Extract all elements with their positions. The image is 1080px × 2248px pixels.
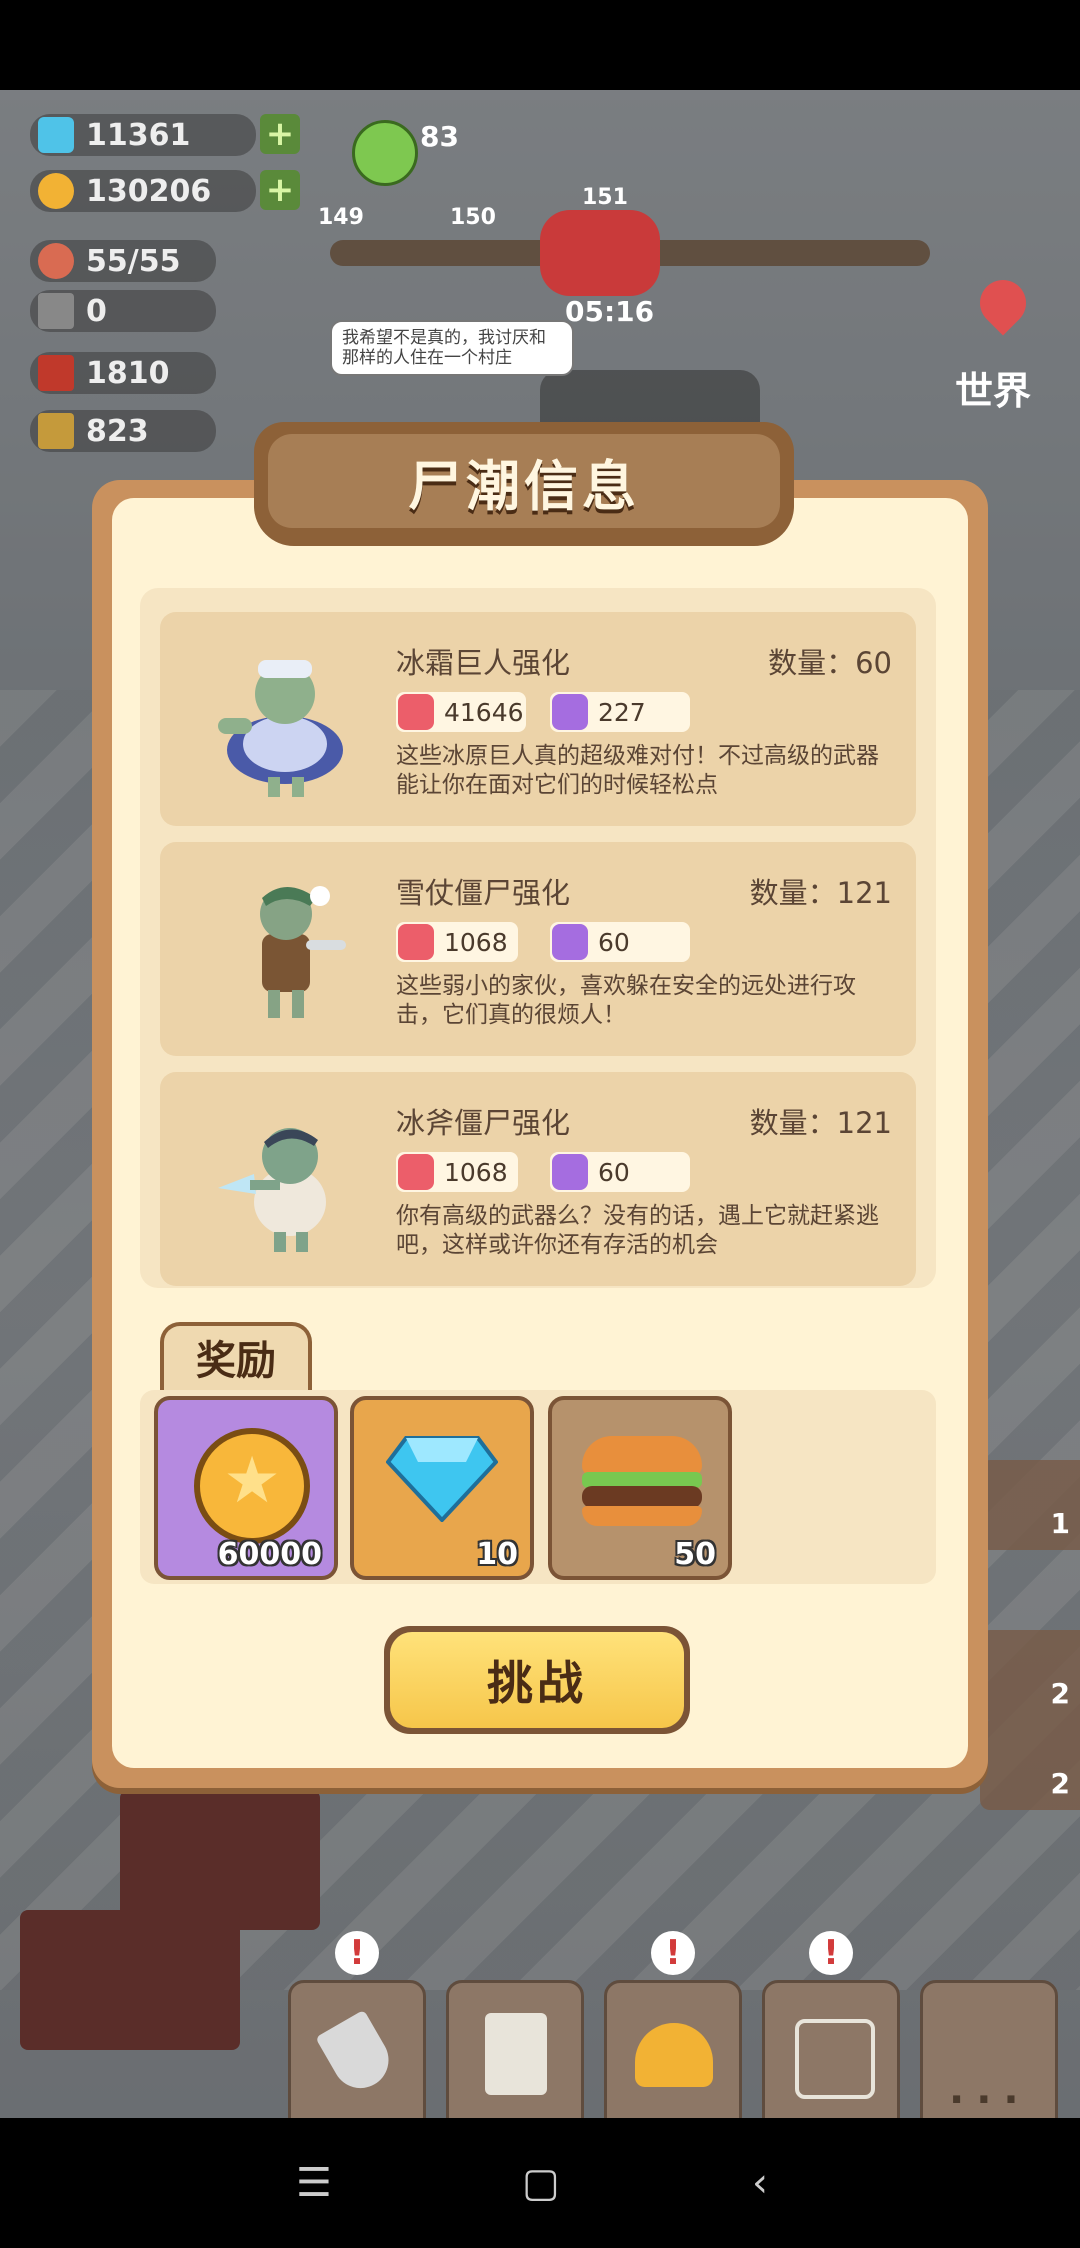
zombie-list: 冰霜巨人强化 数量：60 41646 227 这些冰原巨人真的超级难对付！不过高… bbox=[140, 588, 936, 1288]
wave-marker-150: 150 bbox=[450, 205, 496, 230]
alert-icon: ! bbox=[335, 1931, 379, 1975]
speech-bubble: 我希望不是真的，我讨厌和那样的人住在一个村庄 bbox=[330, 320, 574, 376]
snowball-zombie-icon bbox=[260, 886, 346, 1018]
hp-stat: 1068 bbox=[396, 1152, 518, 1192]
zombie-description: 这些冰原巨人真的超级难对付！不过高级的武器能让你在面对它们的时候轻松点 bbox=[396, 743, 879, 798]
zombie-name: 冰斧僵尸强化 bbox=[396, 1106, 571, 1140]
add-diamond-button[interactable]: + bbox=[260, 114, 300, 154]
shop-button[interactable]: ! 商店 bbox=[604, 1931, 742, 2118]
heart-icon bbox=[398, 924, 434, 960]
alert-icon: ! bbox=[651, 1931, 695, 1975]
claw-icon bbox=[552, 924, 588, 960]
frost-giant-icon bbox=[218, 660, 343, 797]
bullet-counter: 0 bbox=[30, 290, 216, 332]
ammo-counter: 1810 bbox=[30, 352, 216, 394]
material-icon bbox=[38, 413, 74, 449]
wave-marker-149: 149 bbox=[318, 205, 364, 230]
side-counter-1[interactable]: 2 bbox=[980, 1630, 1080, 1720]
reward-item-burger[interactable]: 50 bbox=[548, 1396, 732, 1580]
zombie-name: 冰霜巨人强化 bbox=[396, 646, 571, 680]
zombie-card: 冰斧僵尸强化 数量：121 1068 60 你有高级的武器么？没有的话，遇上它就… bbox=[160, 1072, 916, 1286]
home-icon[interactable]: ▢ bbox=[522, 2160, 560, 2206]
world-button[interactable]: 世界 bbox=[955, 360, 1031, 415]
menu-icon[interactable]: ☰ bbox=[296, 2160, 332, 2206]
task-button[interactable]: 任务 bbox=[446, 1980, 584, 2118]
hp-stat: 41646 bbox=[396, 692, 526, 732]
reward-item-coin[interactable]: ★ 60000 bbox=[154, 1396, 338, 1580]
ice-axe-zombie-icon bbox=[218, 1128, 326, 1252]
zombie-quantity: 数量：60 bbox=[768, 646, 892, 680]
material-counter: 823 bbox=[30, 410, 216, 452]
wave-marker-151: 151 bbox=[582, 185, 628, 210]
challenge-button[interactable]: 挑战 bbox=[384, 1626, 690, 1734]
happiness-value: 83 bbox=[420, 120, 459, 153]
survivor-icon bbox=[38, 243, 74, 279]
diamond-counter: 11361 + bbox=[30, 114, 300, 156]
zombie-name: 雪仗僵尸强化 bbox=[396, 876, 571, 910]
zombie-quantity: 数量：121 bbox=[749, 876, 892, 910]
back-icon[interactable]: ‹ bbox=[752, 2160, 768, 2206]
coin-icon: ★ bbox=[194, 1428, 310, 1544]
heart-icon bbox=[398, 1154, 434, 1190]
zombie-card: 冰霜巨人强化 数量：60 41646 227 这些冰原巨人真的超级难对付！不过高… bbox=[160, 612, 916, 826]
shovel-icon bbox=[315, 2009, 399, 2099]
hp-stat: 1068 bbox=[396, 922, 518, 962]
ammo-icon bbox=[38, 355, 74, 391]
coin-pile-icon bbox=[635, 2023, 713, 2087]
diamond-icon bbox=[386, 1436, 498, 1522]
zombie-description: 这些弱小的家伙，喜欢躲在安全的远处进行攻击，它们真的很烦人！ bbox=[396, 973, 856, 1028]
heart-icon bbox=[398, 694, 434, 730]
claw-icon bbox=[552, 694, 588, 730]
side-counter-2[interactable]: 2 bbox=[980, 1720, 1080, 1810]
add-coin-button[interactable]: + bbox=[260, 170, 300, 210]
zombie-description: 你有高级的武器么？没有的话，遇上它就赶紧逃吧，这样或许你还有存活的机会 bbox=[396, 1203, 879, 1258]
reward-tab: 奖励 bbox=[160, 1322, 312, 1398]
merge-button[interactable]: ! 合成 bbox=[762, 1931, 900, 2118]
more-button[interactable]: ··· bbox=[920, 1980, 1058, 2118]
coin-icon bbox=[38, 173, 74, 209]
attack-stat: 60 bbox=[550, 922, 690, 962]
zombie-card: 雪仗僵尸强化 数量：121 1068 60 这些弱小的家伙，喜欢躲在安全的远处进… bbox=[160, 842, 916, 1056]
coin-counter: 130206 + bbox=[30, 170, 300, 212]
system-nav-bar: ☰ ▢ ‹ bbox=[0, 2118, 1080, 2248]
survivor-counter: 55/55 bbox=[30, 240, 216, 282]
happiness-indicator bbox=[352, 120, 418, 186]
dialog-title-tab: 尸潮信息 bbox=[254, 422, 794, 546]
skull-icon bbox=[540, 210, 660, 296]
tool-badge[interactable]: 1 bbox=[980, 1460, 1080, 1550]
zombie-quantity: 数量：121 bbox=[749, 1106, 892, 1140]
attack-stat: 227 bbox=[550, 692, 690, 732]
bullet-icon bbox=[38, 293, 74, 329]
reward-item-diamond[interactable]: 10 bbox=[350, 1396, 534, 1580]
diamond-icon bbox=[38, 117, 74, 153]
attack-stat: 60 bbox=[550, 1152, 690, 1192]
wave-timer: 05:16 bbox=[565, 295, 655, 328]
dialog-title: 尸潮信息 bbox=[408, 454, 640, 518]
alert-icon: ! bbox=[809, 1931, 853, 1975]
build-button[interactable]: ! 建造 bbox=[288, 1931, 426, 2118]
scroll-icon bbox=[485, 2013, 547, 2095]
merge-icon bbox=[795, 2019, 875, 2099]
claw-icon bbox=[552, 1154, 588, 1190]
